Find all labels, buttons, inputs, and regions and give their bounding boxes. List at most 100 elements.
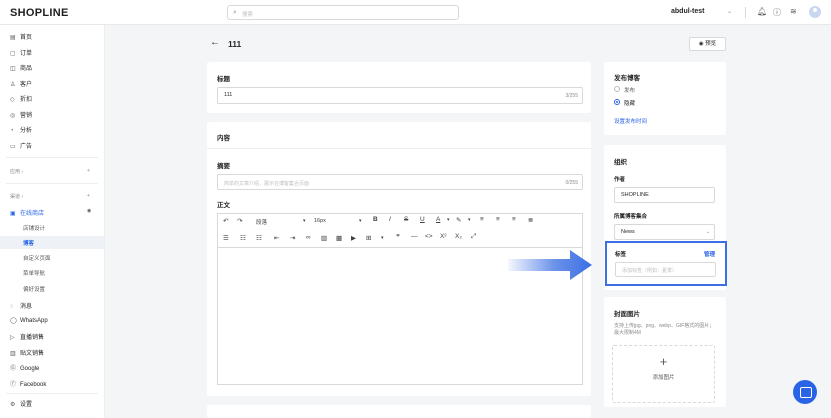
quote-icon[interactable]: ❞ — [396, 233, 400, 241]
align-left-icon[interactable]: ≡ — [480, 216, 484, 223]
sidebar-subitem-navigation[interactable]: 菜单导航 — [23, 269, 45, 277]
editor-toolbar: ↶ ↷ 段落 ▾ 16px ▾ B I S U A ▾ ✎ ▾ ≡ ≡ ≡ ≣ … — [217, 213, 583, 247]
publish-card: 发布博客 发布 隐藏 设置发布时间 — [604, 62, 726, 135]
table-icon[interactable]: ⊞ — [366, 234, 371, 242]
sidebar-item-ads[interactable]: ▭ 广告 — [10, 141, 32, 150]
image-icon[interactable]: ▨ — [321, 234, 327, 242]
section-channels[interactable]: 渠道 › — [10, 193, 23, 200]
line-height-icon[interactable]: ☰ — [223, 234, 229, 242]
tags-input[interactable]: 添加标签（例如：夏季） — [615, 262, 716, 277]
manage-tags-link[interactable]: 管理 — [704, 250, 715, 258]
horizontal-rule-icon[interactable]: — — [411, 233, 418, 240]
font-color-icon[interactable]: A — [436, 216, 440, 223]
ads-icon: ▭ — [10, 144, 16, 150]
summary-input[interactable]: 简单的文章介绍，展示在博客集合页面 0/255 — [217, 174, 583, 190]
cover-image-hint: 支持上传jpg、png、webp、GIF格式的图片；最大限制4M — [614, 323, 715, 336]
avatar[interactable] — [809, 6, 821, 18]
search-input[interactable]: ⌕ 搜索 — [227, 5, 459, 20]
sidebar-item-orders[interactable]: ▢ 订单 — [10, 48, 32, 57]
sidebar-item-google[interactable]: Ⓖ Google — [10, 363, 39, 372]
radio-hidden[interactable] — [614, 99, 620, 105]
whatsapp-icon: ◯ — [10, 318, 17, 324]
sidebar-item-posts[interactable]: ▥ 贴文销售 — [10, 348, 44, 357]
post-icon: ▥ — [10, 351, 16, 357]
schedule-publish-link[interactable]: 设置发布时间 — [614, 117, 647, 125]
sidebar-item-settings[interactable]: ⚙︎ 设置 — [10, 399, 32, 408]
gallery-icon[interactable]: ▩ — [336, 234, 342, 242]
sidebar-item-facebook[interactable]: ⓕ Facebook — [10, 379, 46, 388]
bold-icon[interactable]: B — [373, 216, 378, 223]
chat-support-button[interactable] — [793, 380, 817, 404]
align-center-icon[interactable]: ≡ — [496, 216, 500, 223]
help-icon[interactable]: ⓘ — [773, 7, 781, 18]
eye-icon[interactable]: ◉ — [87, 208, 91, 214]
sidebar-item-marketing[interactable]: ◎ 营销 — [10, 110, 32, 119]
sidebar-subitem-preferences[interactable]: 偏好设置 — [23, 285, 45, 293]
chevron-down-icon[interactable]: ▾ — [381, 235, 384, 241]
superscript-icon[interactable]: X² — [440, 233, 447, 240]
sidebar-item-discounts[interactable]: ◇ 折扣 — [10, 94, 32, 103]
chevron-down-icon[interactable]: ▾ — [303, 218, 306, 224]
section-apps[interactable]: 应用 › — [10, 168, 23, 175]
author-input[interactable]: SHOPLINE — [614, 187, 715, 203]
indent-icon[interactable]: ⇥ — [290, 234, 295, 242]
fullscreen-icon[interactable]: ⤢ — [471, 233, 476, 241]
redo-icon[interactable]: ↷ — [237, 217, 242, 225]
plus-icon[interactable]: + — [87, 193, 90, 199]
sidebar-item-products[interactable]: ◫ 商品 — [10, 63, 32, 72]
collection-select[interactable]: News ⌄ — [614, 224, 715, 240]
bell-icon[interactable]: 🔔︎ — [757, 7, 767, 16]
plus-icon[interactable]: + — [87, 168, 90, 174]
sidebar-item-whatsapp[interactable]: ◯ WhatsApp — [10, 317, 48, 324]
author-label: 作者 — [614, 177, 626, 183]
font-size-select[interactable]: 16px — [314, 218, 326, 224]
store-switcher[interactable]: abdul-test — [671, 8, 704, 15]
sidebar-subitem-blog[interactable]: 博客 — [23, 239, 34, 247]
subscript-icon[interactable]: X₂ — [455, 233, 462, 240]
chevron-down-icon[interactable]: ⌄ — [727, 8, 732, 15]
divider — [6, 157, 98, 158]
underline-icon[interactable]: U — [420, 216, 425, 223]
organization-label: 组织 — [614, 159, 627, 166]
undo-icon[interactable]: ↶ — [223, 217, 228, 225]
strikethrough-icon[interactable]: S — [404, 216, 408, 223]
pointer-arrow — [508, 250, 592, 280]
video-icon[interactable]: ▶ — [351, 234, 356, 242]
numbered-list-icon[interactable]: ☷ — [256, 234, 262, 242]
shopline-logo[interactable]: SHOPLINE — [10, 7, 69, 19]
back-arrow-icon[interactable]: ← — [210, 37, 220, 48]
live-icon: ▷ — [10, 335, 15, 341]
link-icon[interactable]: ∞ — [306, 234, 311, 241]
radio-publish[interactable] — [614, 86, 620, 92]
tags-label: 标签 — [615, 252, 627, 258]
code-icon[interactable]: <> — [425, 233, 433, 240]
chevron-down-icon[interactable]: ▾ — [468, 217, 471, 223]
outdent-icon[interactable]: ⇤ — [274, 234, 279, 242]
sidebar-item-analytics[interactable]: ◔ 分析 — [10, 125, 32, 134]
chevron-down-icon[interactable]: ▾ — [359, 218, 362, 224]
wifi-icon[interactable]: ≋ — [790, 7, 797, 16]
product-icon: ◫ — [10, 66, 16, 72]
preview-button[interactable]: ◉ 预览 — [689, 37, 726, 51]
store-icon: ▣ — [10, 211, 16, 217]
sidebar-item-messages[interactable]: ◌ 消息 — [10, 301, 32, 310]
highlight-icon[interactable]: ✎ — [456, 216, 461, 224]
align-right-icon[interactable]: ≡ — [512, 216, 516, 223]
sidebar-subitem-pages[interactable]: 自定义页面 — [23, 254, 51, 262]
italic-icon[interactable]: I — [389, 216, 391, 223]
title-input[interactable]: 111 3/255 — [217, 87, 583, 104]
add-image-dropzone[interactable]: + 添加图片 — [612, 345, 715, 403]
sidebar-item-customers[interactable]: ♙ 客户 — [10, 79, 32, 88]
paragraph-select[interactable]: 段落 — [256, 218, 267, 226]
sidebar-item-online-store[interactable]: ▣ 在线商店 — [10, 208, 44, 217]
page-title: 111 — [228, 39, 242, 49]
bullet-list-icon[interactable]: ☷ — [240, 234, 246, 242]
sidebar-item-home[interactable]: ▤ 首页 — [10, 32, 32, 41]
sidebar-item-live[interactable]: ▷ 直播销售 — [10, 332, 44, 341]
chevron-down-icon[interactable]: ▾ — [447, 217, 450, 223]
cover-image-label: 封面图片 — [614, 311, 640, 318]
sidebar-subitem-theme[interactable]: 店铺设计 — [23, 224, 45, 232]
content-label: 内容 — [217, 135, 230, 142]
align-justify-icon[interactable]: ≣ — [528, 216, 533, 224]
top-bar: SHOPLINE ⌕ 搜索 abdul-test ⌄ 🔔︎ ⓘ ≋ — [0, 0, 831, 25]
